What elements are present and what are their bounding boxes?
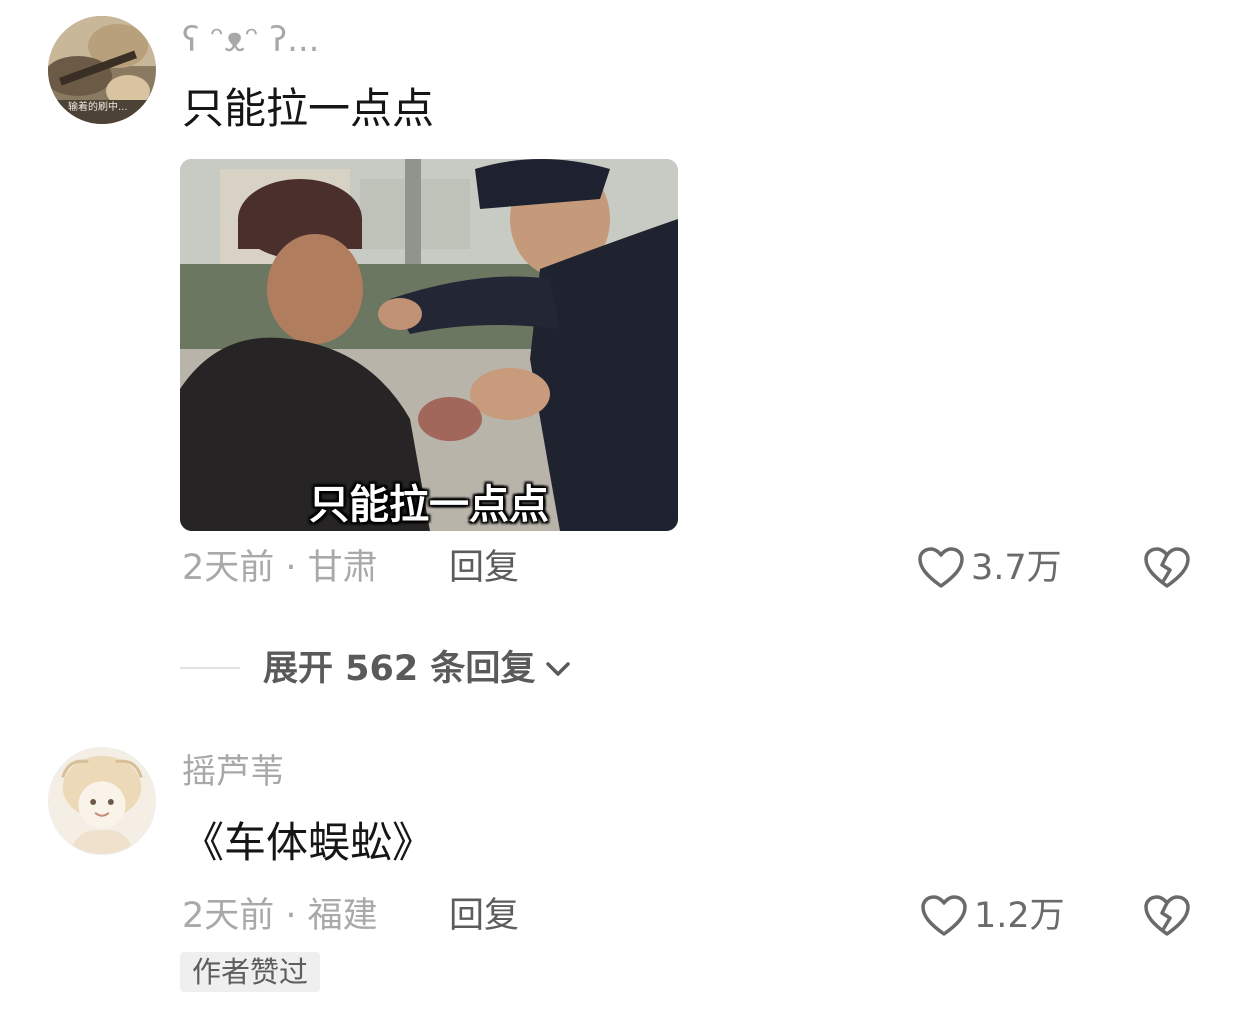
image-caption: 只能拉一点点 <box>309 482 549 528</box>
avatar[interactable]: 输着的刷中... <box>48 16 156 124</box>
comment-meta: 2天前 · 福建 <box>182 896 378 936</box>
reply-button[interactable]: 回复 <box>449 548 519 588</box>
like-button[interactable]: 1.2万 <box>920 894 1065 938</box>
chevron-down-icon <box>546 662 571 676</box>
comment-username[interactable]: ʕ ᵔᴥᵔ ʔ... <box>182 20 320 60</box>
like-button[interactable]: 3.7万 <box>917 546 1062 590</box>
expand-divider <box>180 667 240 669</box>
expand-replies-label: 展开 562 条回复 <box>263 649 536 689</box>
expand-replies-button[interactable]: 展开 562 条回复 <box>263 649 575 689</box>
comment-image[interactable]: 只能拉一点点 <box>180 159 678 531</box>
dislike-button[interactable] <box>1143 894 1191 938</box>
heart-outline-icon <box>918 547 964 588</box>
broken-heart-icon <box>1144 895 1190 936</box>
comment-text: 《车体蜈蚣》 <box>182 818 435 867</box>
comment-meta: 2天前 · 甘肃 <box>182 548 378 588</box>
like-count: 3.7万 <box>971 548 1062 588</box>
like-count: 1.2万 <box>974 896 1065 936</box>
reply-button[interactable]: 回复 <box>449 896 519 936</box>
broken-heart-icon <box>1144 547 1190 588</box>
dislike-button[interactable] <box>1143 546 1191 590</box>
comment-text: 只能拉一点点 <box>182 84 435 133</box>
avatar-image <box>49 748 155 854</box>
heart-outline-icon <box>921 895 967 936</box>
avatar-caption: 输着的刷中... <box>68 102 128 113</box>
author-liked-badge: 作者赞过 <box>180 952 321 992</box>
comment-image-picture <box>180 159 678 531</box>
comment-username[interactable]: 摇芦苇 <box>182 752 284 792</box>
avatar[interactable] <box>48 747 156 855</box>
